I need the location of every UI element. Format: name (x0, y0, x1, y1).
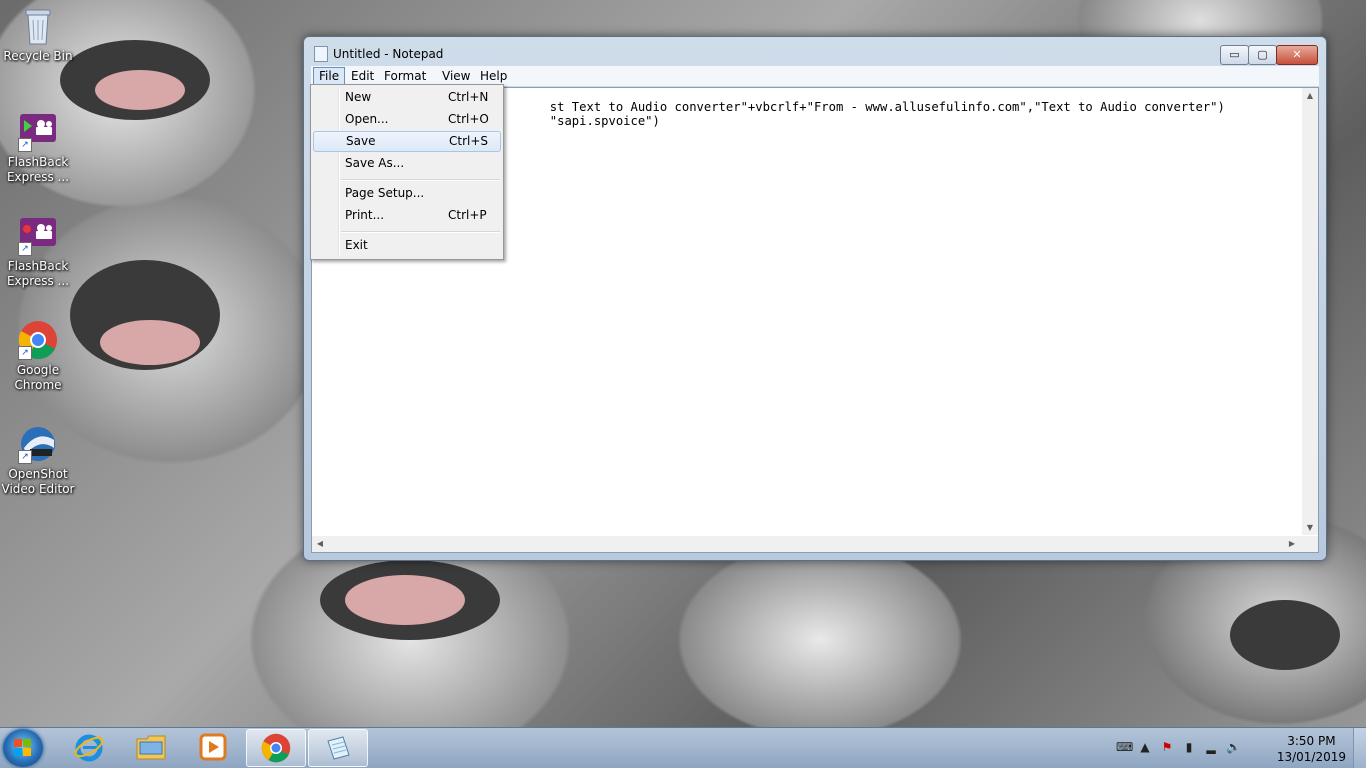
desktop-icon-openshot[interactable]: ↗ OpenShot Video Editor (0, 424, 76, 497)
openshot-icon: ↗ (18, 424, 58, 464)
volume-icon[interactable]: 🔈 (1226, 740, 1241, 754)
scroll-up-icon[interactable]: ▲ (1302, 91, 1318, 100)
desktop-icon-flashback-1[interactable]: ↗ FlashBack Express ... (0, 112, 76, 185)
vertical-scrollbar[interactable]: ▲ ▼ (1302, 88, 1318, 535)
flashback-icon: ↗ (18, 112, 58, 152)
desktop-icon-flashback-2[interactable]: ↗ FlashBack Express ... (0, 216, 76, 289)
clock-date: 13/01/2019 (1276, 750, 1346, 764)
desktop-icon-label: Video Editor (1, 482, 75, 496)
action-center-icon[interactable]: ⚑ (1160, 740, 1174, 754)
power-icon[interactable]: ▮ (1182, 740, 1196, 754)
folder-icon (136, 735, 166, 760)
taskbar-google-chrome[interactable] (246, 729, 306, 767)
window-title: Untitled - Notepad (333, 47, 444, 61)
menu-view[interactable]: View (437, 67, 475, 85)
menu-item-exit[interactable]: Exit (313, 235, 499, 256)
taskbar-internet-explorer[interactable] (60, 729, 118, 765)
desktop-icon-label: Recycle Bin (3, 49, 73, 63)
menu-item-new[interactable]: New Ctrl+N (313, 87, 499, 108)
desktop-icon-label: FlashBack (7, 155, 69, 169)
desktop-icon-label: Express ... (6, 170, 70, 184)
desktop-icon-label: Chrome (14, 378, 62, 392)
keyboard-icon[interactable]: ⌨ (1116, 740, 1133, 754)
menu-item-print[interactable]: Print... Ctrl+P (313, 205, 499, 226)
wallpaper-detail (345, 575, 465, 625)
menu-item-save[interactable]: Save Ctrl+S (313, 131, 501, 152)
menu-item-open[interactable]: Open... Ctrl+O (313, 109, 499, 130)
flashback-icon: ↗ (18, 216, 58, 256)
desktop-icon-label: FlashBack (7, 259, 69, 273)
shortcut-arrow-icon: ↗ (18, 242, 32, 256)
scroll-right-icon[interactable]: ▶ (1284, 539, 1300, 548)
taskbar-file-explorer[interactable] (122, 729, 180, 765)
menu-item-save-as[interactable]: Save As... (313, 153, 499, 174)
taskbar-media-player[interactable] (184, 729, 242, 765)
show-hidden-icons-icon[interactable]: ▲ (1138, 740, 1152, 754)
clock-time: 3:50 PM (1287, 734, 1336, 748)
close-button[interactable]: ✕ (1276, 45, 1318, 65)
menu-separator (341, 231, 500, 233)
wallpaper-detail (100, 320, 200, 365)
minimize-button[interactable]: ▭ (1220, 45, 1249, 65)
menu-edit[interactable]: Edit (346, 67, 379, 85)
media-player-icon (199, 733, 227, 761)
menu-bar: File Edit Format View Help (311, 66, 1319, 87)
shortcut-arrow-icon: ↗ (18, 346, 32, 360)
wallpaper-detail (95, 70, 185, 110)
taskbar: ⌨ ▲ ⚑ ▮ ▂ 🔈 3:50 PM 13/01/2019 (0, 727, 1366, 768)
clock[interactable]: 3:50 PM 13/01/2019 (1277, 733, 1346, 765)
file-menu-dropdown: New Ctrl+N Open... Ctrl+O Save Ctrl+S Sa… (310, 84, 504, 260)
scroll-left-icon[interactable]: ◀ (312, 539, 328, 548)
desktop-icon-recycle-bin[interactable]: Recycle Bin (0, 6, 76, 64)
menu-item-page-setup[interactable]: Page Setup... (313, 183, 499, 204)
internet-explorer-icon (74, 734, 104, 762)
notepad-icon (314, 46, 328, 62)
windows-logo-icon (14, 739, 32, 757)
desktop-icon-label: Google (16, 363, 60, 377)
taskbar-notepad[interactable] (308, 729, 368, 767)
menu-format[interactable]: Format (379, 67, 431, 85)
shortcut-arrow-icon: ↗ (18, 138, 32, 152)
chrome-icon (261, 733, 291, 763)
title-bar[interactable]: Untitled - Notepad ▭ ▢ ✕ (304, 37, 1326, 67)
shortcut-arrow-icon: ↗ (18, 450, 32, 464)
horizontal-scrollbar[interactable]: ◀ ▶ (312, 536, 1318, 552)
menu-separator (341, 179, 500, 181)
desktop-icon-google-chrome[interactable]: ↗ Google Chrome (0, 320, 76, 393)
scroll-down-icon[interactable]: ▼ (1302, 523, 1318, 532)
chrome-icon: ↗ (18, 320, 58, 360)
network-signal-icon[interactable]: ▂ (1204, 740, 1218, 754)
start-button[interactable] (3, 729, 43, 767)
notepad-icon (327, 736, 350, 760)
system-tray: ⌨ ▲ ⚑ ▮ ▂ 🔈 3:50 PM 13/01/2019 (1106, 728, 1366, 768)
show-desktop-button[interactable] (1353, 728, 1366, 768)
desktop-icon-label: Express ... (6, 274, 70, 288)
recycle-bin-icon (18, 6, 58, 46)
menu-help[interactable]: Help (475, 67, 512, 85)
desktop-icon-label: OpenShot (8, 467, 68, 481)
maximize-button[interactable]: ▢ (1248, 45, 1277, 65)
wallpaper-detail (1230, 600, 1340, 670)
